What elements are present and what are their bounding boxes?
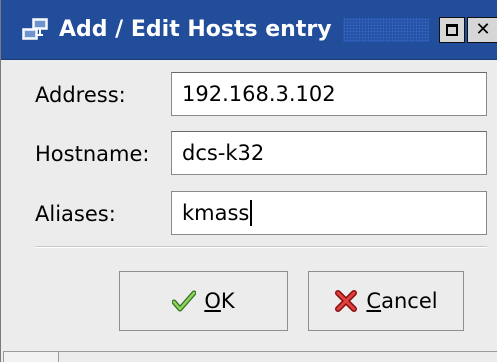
title-bar-pattern xyxy=(343,18,429,42)
separator xyxy=(35,246,487,248)
background-line xyxy=(59,351,497,352)
close-icon: ✕ xyxy=(475,19,491,40)
address-input[interactable] xyxy=(171,72,487,116)
address-label: Address: xyxy=(35,83,126,107)
hosts-entry-dialog: Add / Edit Hosts entry ✕ Address: Hostna… xyxy=(0,0,497,362)
maximize-button[interactable] xyxy=(439,17,465,43)
hostname-label: Hostname: xyxy=(35,142,150,166)
text-caret xyxy=(250,200,253,226)
hostname-input[interactable] xyxy=(171,131,487,175)
dialog-title: Add / Edit Hosts entry xyxy=(59,17,332,42)
aliases-input[interactable]: kmass xyxy=(171,191,487,235)
checkmark-icon xyxy=(172,290,197,312)
aliases-value: kmass xyxy=(182,201,250,225)
aliases-label: Aliases: xyxy=(35,202,116,226)
ok-button[interactable]: OK xyxy=(119,271,288,331)
cancel-button[interactable]: Cancel xyxy=(308,271,464,331)
close-button[interactable]: ✕ xyxy=(467,17,497,43)
cancel-label: Cancel xyxy=(366,289,438,313)
ok-label: OK xyxy=(204,289,235,313)
network-hosts-icon xyxy=(22,18,48,40)
red-x-icon xyxy=(335,290,358,312)
title-bar[interactable]: Add / Edit Hosts entry ✕ xyxy=(1,0,497,60)
background-tab xyxy=(3,351,59,362)
maximize-icon xyxy=(446,24,458,36)
